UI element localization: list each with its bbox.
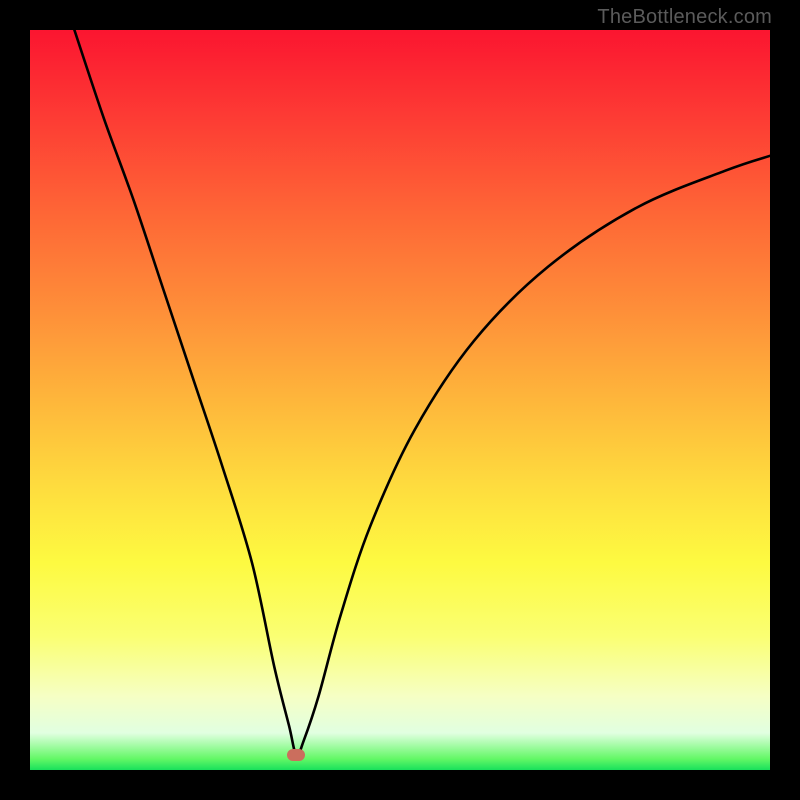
chart-plot-area [30, 30, 770, 770]
bottleneck-curve [30, 30, 770, 770]
watermark-text: TheBottleneck.com [597, 6, 772, 29]
optimal-marker [287, 749, 305, 761]
